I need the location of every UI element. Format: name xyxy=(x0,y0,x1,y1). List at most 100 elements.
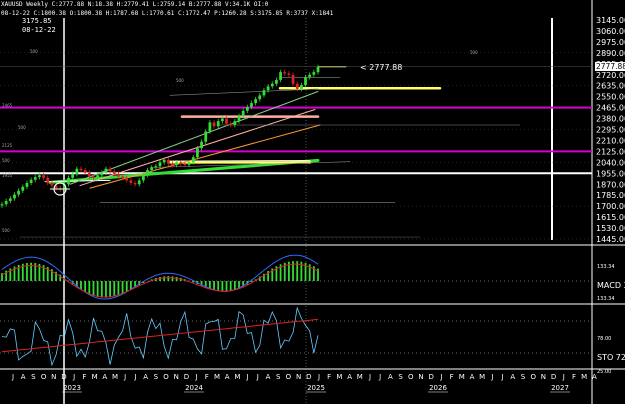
month-tick-label: F xyxy=(327,373,331,381)
candle-body xyxy=(96,175,100,178)
price-tick-label: 2295.00 xyxy=(596,126,625,135)
month-tick-label: O xyxy=(41,373,47,381)
price-tick-label: 2975.00 xyxy=(596,38,625,47)
macd-level-1: 133.34 xyxy=(597,264,615,270)
candle-body xyxy=(125,177,129,181)
month-tick-label: J xyxy=(439,373,442,381)
candle-body xyxy=(200,141,203,149)
price-tick-label: 2720.00 xyxy=(596,71,625,80)
month-tick-label: J xyxy=(501,373,504,381)
candle-body xyxy=(270,83,274,87)
candle-body xyxy=(38,175,41,178)
candle-body xyxy=(17,190,21,195)
candle-body xyxy=(304,77,307,86)
level-tag: 500 xyxy=(18,125,26,130)
candle-body xyxy=(117,173,120,177)
candle-body xyxy=(108,168,112,172)
candle-body xyxy=(283,72,287,74)
candle-body xyxy=(187,162,191,165)
month-tick-label: J xyxy=(72,373,75,381)
candle-body xyxy=(254,99,258,104)
month-tick-label: O xyxy=(408,373,414,381)
price-tick-label: 1870.00 xyxy=(596,180,625,189)
candle-body xyxy=(316,67,320,73)
month-tick-label: M xyxy=(479,373,485,381)
header-line-1: XAUUSD Weekly C:2777.88 N:18.38 H:2779.4… xyxy=(1,1,269,8)
candle-body xyxy=(146,170,149,176)
sto-level-1: 78.00 xyxy=(597,336,611,342)
candle-body xyxy=(204,131,208,142)
candle-body xyxy=(112,171,116,174)
month-tick-label: N xyxy=(296,373,301,381)
price-tick-label: 2125.00 xyxy=(596,147,625,156)
month-tick-label: J xyxy=(123,373,126,381)
candle-body xyxy=(25,182,29,187)
macd-label: MACD 3 xyxy=(597,281,625,290)
candle-body xyxy=(275,79,278,84)
candle-body xyxy=(166,159,170,164)
candle-body xyxy=(92,176,95,178)
price-tick-label: 1700.00 xyxy=(596,202,625,211)
sto-panel xyxy=(0,306,592,367)
month-tick-label: N xyxy=(541,373,546,381)
month-tick-label: D xyxy=(61,373,66,381)
candle-body xyxy=(87,172,91,177)
month-tick-label: J xyxy=(317,373,320,381)
candle-body xyxy=(183,163,187,165)
month-tick-label: S xyxy=(276,373,281,381)
level-tag: 1955 xyxy=(2,173,13,178)
last-price-label: < 2777.88 xyxy=(360,63,402,72)
candle-body xyxy=(83,170,87,173)
time-axis: JASONDJFMAMJJASONDJFMAMJJASONDJFMAMJJASO… xyxy=(11,373,597,393)
price-tick-label: 1955.00 xyxy=(596,169,625,178)
zone-line xyxy=(169,88,319,96)
level-tag: 500 xyxy=(2,228,10,233)
chart-canvas[interactable]: 3145.003060.002975.002890.002805.002720.… xyxy=(0,0,625,404)
month-tick-label: O xyxy=(163,373,169,381)
year-tick-label: 2026 xyxy=(429,384,447,392)
candle-body xyxy=(216,121,220,127)
candle-body xyxy=(121,176,124,178)
month-tick-label: J xyxy=(368,373,371,381)
month-tick-label: O xyxy=(286,373,292,381)
month-tick-label: F xyxy=(572,373,576,381)
year-tick-label: 2027 xyxy=(551,384,569,392)
month-tick-label: J xyxy=(562,373,565,381)
year-tick-label: 2023 xyxy=(63,384,81,392)
candle-body xyxy=(29,179,33,183)
month-tick-label: M xyxy=(459,373,465,381)
candle-body xyxy=(67,177,70,185)
candle-body xyxy=(162,159,166,163)
candle-body xyxy=(100,172,104,176)
candle-body xyxy=(258,95,262,100)
month-tick-label: D xyxy=(429,373,434,381)
candle-body xyxy=(171,163,174,165)
year-tick-label: 2024 xyxy=(185,384,203,392)
month-tick-label: J xyxy=(11,373,14,381)
candle-body xyxy=(21,186,25,191)
candle-body xyxy=(75,168,79,174)
candle-body xyxy=(196,148,199,158)
price-tick-label: 1615.00 xyxy=(596,213,625,222)
month-tick-label: D xyxy=(551,373,556,381)
candle-body xyxy=(220,118,224,122)
price-tick-label: 3145.00 xyxy=(596,16,625,25)
candle-body xyxy=(79,168,83,171)
candle-body xyxy=(8,198,12,201)
month-tick-label: J xyxy=(256,373,259,381)
candle-body xyxy=(241,110,245,116)
price-tick-label: 1445.00 xyxy=(596,235,625,244)
candle-body xyxy=(233,121,237,125)
month-tick-label: N xyxy=(418,373,423,381)
month-tick-label: J xyxy=(133,373,136,381)
month-tick-label: F xyxy=(450,373,454,381)
month-tick-label: M xyxy=(234,373,240,381)
sto-label: STO 72 xyxy=(597,353,625,362)
price-tick-label: 2890.00 xyxy=(596,49,625,58)
candle-body xyxy=(250,103,253,107)
month-tick-label: M xyxy=(336,373,342,381)
candle-body xyxy=(312,72,316,75)
candle-body xyxy=(50,182,54,186)
macd-panel xyxy=(0,254,592,300)
candle-body xyxy=(208,122,212,132)
